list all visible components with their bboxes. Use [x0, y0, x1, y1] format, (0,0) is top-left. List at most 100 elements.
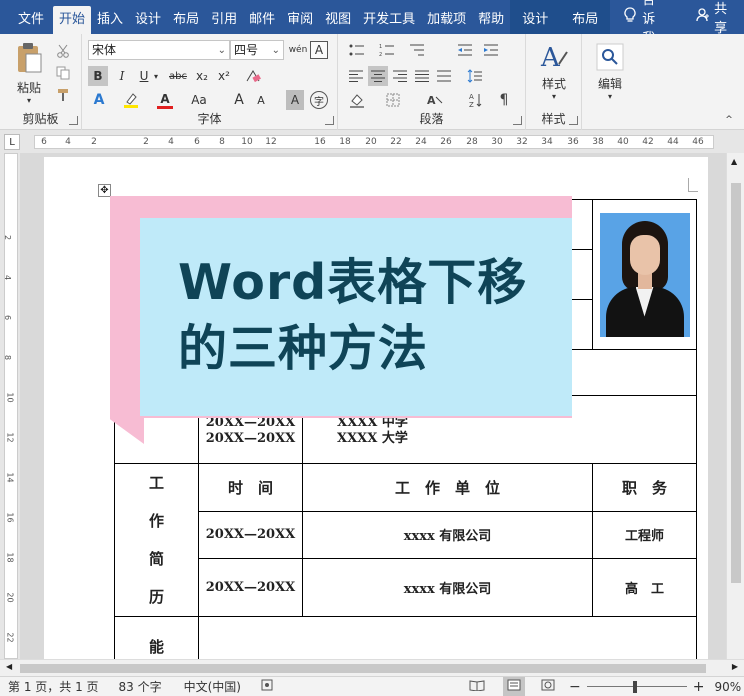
scroll-left-icon[interactable]: ◀ — [6, 662, 12, 671]
chevron-down-icon[interactable]: ▾ — [152, 68, 160, 84]
superscript-button[interactable]: x² — [214, 66, 234, 86]
tab-mailings[interactable]: 邮件 — [243, 0, 281, 34]
work-position-1: 工程师 — [592, 510, 697, 560]
scroll-right-icon[interactable]: ▶ — [732, 662, 738, 671]
bullets-icon[interactable] — [346, 40, 368, 60]
shrink-font-button[interactable]: A — [252, 90, 270, 110]
distributed-icon[interactable] — [434, 66, 454, 86]
word-count[interactable]: 83 个字 — [119, 678, 162, 695]
zoom-in-button[interactable]: + — [693, 679, 705, 695]
page-count[interactable]: 第 1 页，共 1 页 — [8, 678, 99, 695]
align-right-icon[interactable] — [390, 66, 410, 86]
horizontal-ruler[interactable]: L 6 4 2 2 4 6 8 10 12 16 18 20 22 24 26 28 30 32 34 36 38 40 4… — [0, 131, 744, 153]
copy-icon[interactable] — [54, 64, 72, 82]
ruler-tick-label: 4 — [168, 137, 174, 147]
clipboard-launcher[interactable] — [69, 116, 78, 125]
enclose-characters-button[interactable]: 字 — [310, 91, 328, 109]
tab-selector-icon[interactable]: L — [4, 134, 20, 150]
align-center-icon[interactable] — [368, 66, 388, 86]
bold-button[interactable]: B — [88, 66, 108, 86]
align-left-icon[interactable] — [346, 66, 366, 86]
clear-formatting-icon[interactable] — [242, 66, 264, 86]
italic-button[interactable]: I — [112, 66, 132, 86]
tab-table-design[interactable]: 设计 — [510, 0, 561, 34]
web-layout-icon[interactable] — [541, 679, 555, 694]
paragraph-group: 12 A A Z ¶ 段落 — [338, 34, 526, 130]
language-status[interactable]: 中文(中国) — [184, 678, 241, 695]
phonetic-guide-button[interactable]: wén — [288, 40, 308, 60]
styles-button[interactable]: A 样式 ▾ — [532, 40, 576, 102]
ruler-tick-label: 2 — [91, 137, 97, 147]
tab-home[interactable]: 开始 — [53, 6, 92, 34]
paragraph-launcher[interactable] — [513, 116, 522, 125]
editing-label: 编辑 — [597, 76, 622, 91]
horizontal-scrollbar[interactable]: ◀ ▶ — [0, 659, 744, 676]
vertical-ruler-tick-label: 18 — [5, 552, 15, 563]
editing-button[interactable]: 编辑 ▾ — [588, 40, 632, 102]
strikethrough-button[interactable]: abc — [166, 66, 190, 86]
font-launcher[interactable] — [325, 116, 334, 125]
borders-icon[interactable] — [382, 90, 404, 110]
paste-button[interactable]: 粘贴 ▾ — [8, 42, 50, 105]
paragraph-group-label: 段落 — [419, 112, 444, 126]
ruler-tick-label: 22 — [390, 137, 402, 147]
text-effects-button[interactable]: A — [88, 90, 110, 110]
highlight-icon[interactable] — [120, 90, 142, 110]
scroll-up-icon[interactable]: ▲ — [731, 157, 737, 166]
tab-addins[interactable]: 加载项 — [421, 0, 472, 34]
zoom-level[interactable]: 90% — [714, 680, 741, 694]
ruler-tick-label: 20 — [365, 137, 377, 147]
vertical-ruler-tick-label: 6 — [3, 314, 13, 321]
ruler-tick-label: 18 — [339, 137, 351, 147]
tab-design[interactable]: 设计 — [129, 0, 167, 34]
numbering-icon[interactable]: 12 — [376, 40, 398, 60]
tab-review[interactable]: 审阅 — [281, 0, 319, 34]
zoom-out-button[interactable]: − — [569, 679, 581, 695]
vertical-scrollbar[interactable]: ▲ — [726, 153, 744, 659]
tab-developer[interactable]: 开发工具 — [357, 0, 421, 34]
subscript-button[interactable]: x₂ — [192, 66, 212, 86]
change-case-button[interactable]: Aa — [186, 90, 212, 110]
macro-record-icon[interactable] — [261, 679, 273, 694]
share-button[interactable]: 共享 — [682, 0, 744, 36]
underline-button[interactable]: U — [134, 66, 154, 86]
font-name-select[interactable]: 宋体 ⌄ — [88, 40, 230, 60]
vertical-scroll-thumb[interactable] — [731, 183, 741, 583]
justify-icon[interactable] — [412, 66, 432, 86]
asian-layout-icon[interactable]: A — [424, 90, 446, 110]
ruler-tick-label: 40 — [617, 137, 629, 147]
styles-launcher[interactable] — [569, 116, 578, 125]
collapse-ribbon-icon[interactable]: ^ — [722, 114, 736, 126]
tab-file[interactable]: 文件 — [0, 0, 53, 34]
ruler-tick-label: 10 — [241, 137, 253, 147]
shading-icon[interactable] — [346, 90, 368, 110]
ruler-tick-label: 24 — [415, 137, 427, 147]
sort-icon[interactable]: AZ — [466, 90, 486, 110]
tab-help[interactable]: 帮助 — [472, 0, 510, 34]
multilevel-list-icon[interactable] — [406, 40, 428, 60]
line-spacing-icon[interactable] — [464, 66, 486, 86]
show-marks-icon[interactable]: ¶ — [494, 90, 514, 110]
vertical-ruler[interactable]: 24681012141618202224 — [0, 153, 20, 683]
paste-label: 粘贴 — [16, 80, 41, 95]
character-border-button[interactable]: A — [310, 41, 328, 59]
cut-icon[interactable] — [54, 42, 72, 60]
tab-layout[interactable]: 布局 — [167, 0, 205, 34]
tab-references[interactable]: 引用 — [205, 0, 243, 34]
horizontal-scroll-thumb[interactable] — [20, 664, 706, 673]
tab-view[interactable]: 视图 — [319, 0, 357, 34]
decrease-indent-icon[interactable] — [454, 40, 476, 60]
font-size-select[interactable]: 四号 ⌄ — [230, 40, 284, 60]
grow-font-button[interactable]: A — [230, 90, 248, 110]
ruler-tick-label: 46 — [692, 137, 704, 147]
font-color-button[interactable]: A — [154, 90, 176, 110]
tab-insert[interactable]: 插入 — [91, 0, 129, 34]
print-layout-icon[interactable] — [503, 677, 525, 696]
zoom-slider[interactable] — [586, 680, 687, 693]
format-painter-icon[interactable] — [54, 86, 72, 104]
read-mode-icon[interactable] — [469, 679, 485, 694]
character-shading-button[interactable]: A — [286, 90, 304, 110]
tab-table-layout[interactable]: 布局 — [560, 0, 611, 34]
increase-indent-icon[interactable] — [480, 40, 502, 60]
zoom-slider-thumb[interactable] — [632, 680, 637, 693]
